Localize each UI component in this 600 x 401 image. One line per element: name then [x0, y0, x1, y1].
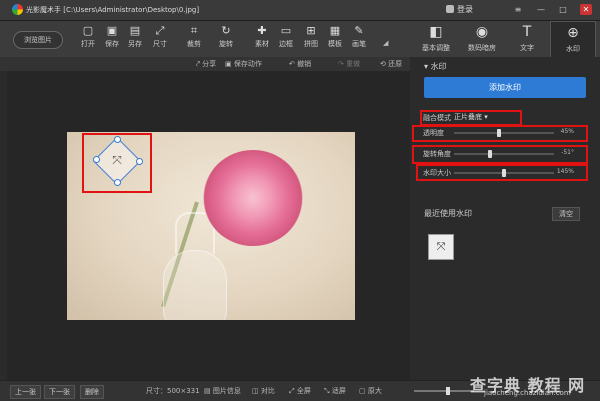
open-icon: ▢: [82, 24, 94, 37]
more-tools-icon[interactable]: ◢: [383, 39, 388, 47]
text-icon: T: [522, 24, 532, 40]
panel-title: ▾ 水印: [424, 62, 447, 71]
watermark-panel: ▾ 水印 添加水印 融合模式 正片叠底 ▾ 透明度 45% 旋转角度 -51° …: [410, 57, 600, 380]
image-info-button[interactable]: ▤ 图片信息: [204, 386, 241, 396]
fullscreen-icon: ⤢: [289, 387, 297, 395]
redo-icon: ↷: [338, 60, 347, 68]
window-title: 光影魔术手 [C:\Users\Administrator\Desktop\0.…: [26, 6, 200, 14]
next-image-button[interactable]: 下一张: [44, 385, 75, 399]
border-icon: ▭: [280, 24, 292, 37]
collage-icon: ⊞: [306, 24, 316, 37]
fullscreen-button[interactable]: ⤢ 全屏: [289, 386, 311, 396]
info-icon: ▤: [204, 387, 213, 395]
crop-button[interactable]: ⌗ 裁剪: [181, 25, 207, 55]
undo-button[interactable]: ↶ 撤销: [289, 59, 311, 69]
save-as-icon: ▤: [129, 24, 141, 37]
tab-darkroom[interactable]: ◉ 数码暗房: [460, 21, 504, 57]
restore-button[interactable]: ⟲ 还原: [380, 59, 402, 69]
original-size-button[interactable]: ▢ 原大: [359, 386, 382, 396]
pink-flower: [203, 150, 303, 246]
save-as-button[interactable]: ▤ 另存: [122, 25, 148, 55]
rotate-icon: ↻: [221, 24, 231, 37]
material-button[interactable]: ✚ 素材: [249, 25, 275, 55]
tab-basic-adjust[interactable]: ◧ 基本调整: [414, 21, 458, 57]
fit-icon: ⤡: [324, 387, 332, 395]
collage-button[interactable]: ⊞ 拼图: [298, 25, 324, 55]
watermark-icon: ⊕: [567, 25, 579, 41]
opacity-highlight-box: [412, 125, 588, 142]
share-button[interactable]: ⤤ 分享: [196, 59, 216, 69]
recent-watermark-thumbnail[interactable]: ⤧: [428, 234, 454, 260]
blend-mode-highlight-box: [420, 110, 522, 126]
tab-text[interactable]: T 文字: [505, 21, 549, 57]
clear-button[interactable]: 清空: [552, 207, 580, 221]
recent-watermarks-label: 最近使用水印: [424, 209, 472, 218]
zoom-slider-thumb[interactable]: [446, 387, 450, 395]
brush-button[interactable]: ✎ 画笔: [346, 25, 372, 55]
compare-icon: ◫: [252, 387, 261, 395]
add-watermark-button[interactable]: 添加水印: [424, 77, 586, 98]
vase-body: [163, 250, 227, 320]
open-button[interactable]: ▢ 打开: [75, 25, 101, 55]
material-icon: ✚: [257, 24, 267, 37]
undo-icon: ↶: [289, 60, 298, 68]
crop-icon: ⌗: [190, 24, 198, 37]
zoom-slider[interactable]: [414, 387, 474, 395]
disk-icon: ▣: [225, 60, 234, 68]
user-icon[interactable]: [446, 5, 454, 13]
delete-button[interactable]: 删除: [80, 385, 104, 399]
template-button[interactable]: ▦ 模板: [322, 25, 348, 55]
watermark-highlight-box: [82, 133, 152, 193]
compare-button[interactable]: ◫ 对比: [252, 386, 275, 396]
close-button[interactable]: ✕: [580, 4, 592, 15]
main-toolbar: 浏览图片 ▢ 打开 ▣ 保存 ▤ 另存 ⤢ 尺寸 ⌗ 裁剪 ↻ 旋转 ✚ 素材 ▭ 边框 ⊞ 拼图…: [0, 21, 410, 57]
darkroom-icon: ◉: [475, 24, 489, 40]
basic-adjust-icon: ◧: [429, 24, 443, 40]
menu-button[interactable]: ≡: [512, 4, 524, 15]
save-icon: ▣: [106, 24, 118, 37]
size-highlight-box: [416, 164, 588, 181]
action-bar: ⤤ 分享 ▣ 保存动作 ↶ 撤销 ↷ 重做 ⟲ 还原: [0, 57, 410, 71]
login-button[interactable]: 登录: [457, 4, 473, 15]
tab-watermark[interactable]: ⊕ 水印: [550, 21, 596, 58]
title-bar: 光影魔术手 [C:\Users\Administrator\Desktop\0.…: [0, 0, 600, 21]
rotation-highlight-box: [412, 145, 588, 164]
previous-image-button[interactable]: 上一张: [10, 385, 41, 399]
original-size-icon: ▢: [359, 387, 368, 395]
save-action-button[interactable]: ▣ 保存动作: [225, 59, 262, 69]
template-icon: ▦: [329, 24, 341, 37]
resize-button[interactable]: ⤢ 尺寸: [147, 25, 173, 55]
maximize-button[interactable]: □: [557, 4, 569, 15]
border-button[interactable]: ▭ 边框: [273, 25, 299, 55]
panel-tabs: ◧ 基本调整 ◉ 数码暗房 T 文字 ⊕ 水印: [410, 21, 600, 58]
browse-images-button[interactable]: 浏览图片: [13, 31, 63, 49]
rotate-button[interactable]: ↻ 旋转: [213, 25, 239, 55]
image-canvas[interactable]: ⤧: [7, 71, 410, 380]
site-watermark-url: jiaocheng.chazidian.com: [484, 389, 571, 397]
fit-screen-button[interactable]: ⤡ 适屏: [324, 386, 346, 396]
restore-icon: ⟲: [380, 60, 389, 68]
resize-icon: ⤢: [155, 24, 165, 37]
image-size-text: 尺寸：500×331: [146, 387, 200, 395]
app-logo-icon: [12, 4, 23, 15]
brush-icon: ✎: [354, 24, 364, 37]
redo-button[interactable]: ↷ 重做: [338, 59, 360, 69]
minimize-button[interactable]: —: [535, 4, 547, 15]
